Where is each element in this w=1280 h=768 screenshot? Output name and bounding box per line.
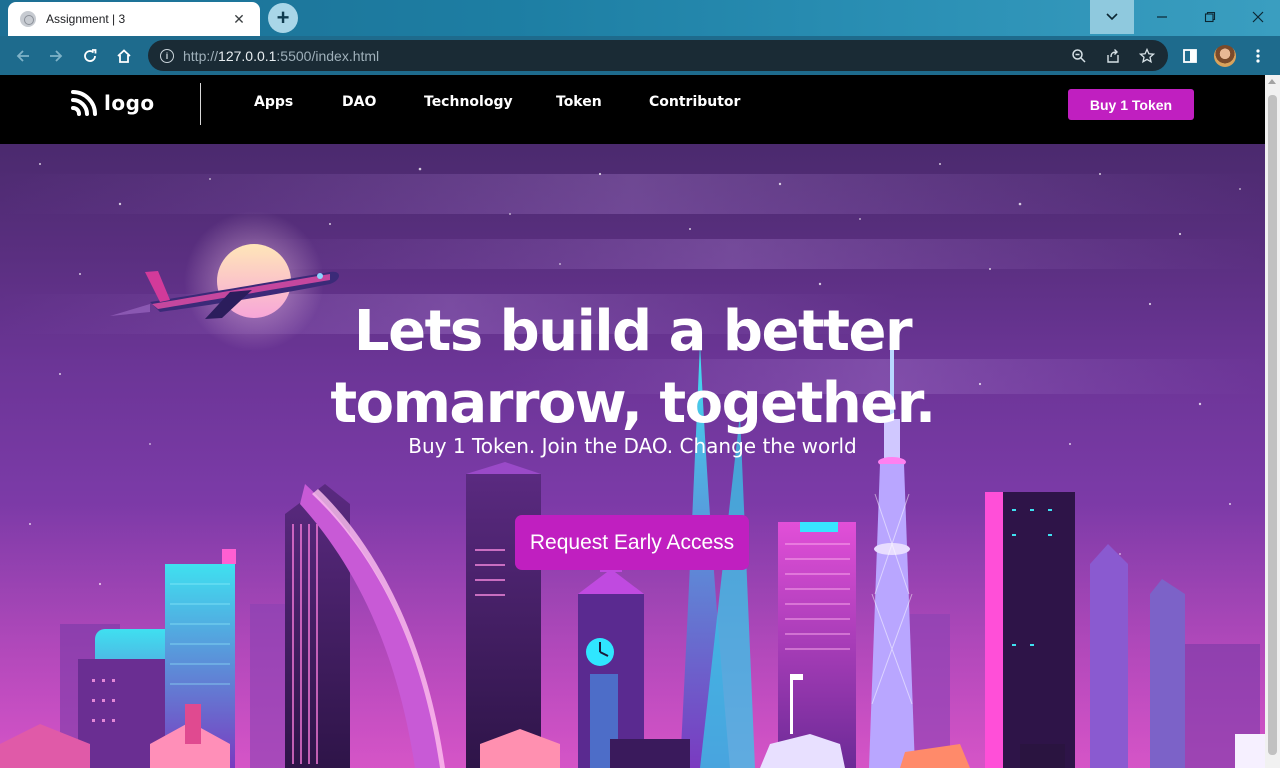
chevron-down-icon [1106,13,1118,21]
scroll-thumb[interactable] [1268,95,1277,755]
back-icon[interactable] [10,43,36,69]
reload-icon[interactable] [77,43,103,69]
plus-icon: + [276,5,290,30]
menu-icon[interactable] [1245,43,1271,69]
hero-title: Lets build a better tomarrow, together. [0,296,1265,440]
hero-title-line-2: tomarrow, together. [330,371,936,436]
home-icon[interactable] [111,43,137,69]
browser-tab[interactable]: Assignment | 3 ✕ [8,2,260,36]
logo-text: logo [104,91,155,115]
star-icon[interactable] [1136,45,1158,67]
page-scrollbar[interactable] [1265,75,1280,768]
request-early-access-button[interactable]: Request Early Access [515,515,749,570]
buy-token-button[interactable]: Buy 1 Token [1068,89,1194,120]
browser-title-bar: Assignment | 3 ✕ + [0,0,1280,36]
avatar [1214,45,1236,67]
tab-search-button[interactable] [1090,0,1134,34]
site-navbar: logo Apps DAO Technology Token Contribut… [0,75,1265,144]
nav-link-technology[interactable]: Technology [424,94,513,110]
nav-link-token[interactable]: Token [556,94,602,110]
new-tab-button[interactable]: + [268,3,298,33]
site-logo[interactable]: logo [70,89,155,117]
forward-icon[interactable] [43,43,69,69]
side-panel-icon[interactable] [1177,43,1203,69]
nav-link-apps[interactable]: Apps [254,94,293,110]
browser-toolbar: i http://127.0.0.1:5500/index.html [0,36,1280,75]
close-icon[interactable]: ✕ [230,11,248,28]
scroll-up-arrow-icon[interactable] [1268,79,1276,84]
minimize-icon [1157,16,1167,18]
address-bar[interactable]: i http://127.0.0.1:5500/index.html [148,40,1168,71]
restore-icon [1204,11,1216,23]
share-icon[interactable] [1102,45,1124,67]
globe-icon [20,11,36,27]
info-icon[interactable]: i [160,48,174,63]
profile-avatar[interactable] [1212,43,1238,69]
hero-subtitle: Buy 1 Token. Join the DAO. Change the wo… [408,434,857,458]
nav-divider [200,83,201,125]
logo-icon [71,90,97,116]
zoom-icon[interactable] [1068,45,1090,67]
restore-button[interactable] [1186,0,1234,34]
page-viewport: logo Apps DAO Technology Token Contribut… [0,75,1280,768]
hero-section: Lets build a better tomarrow, together. … [0,144,1265,768]
minimize-button[interactable] [1138,0,1186,34]
nav-link-dao[interactable]: DAO [342,94,376,110]
tab-title: Assignment | 3 [46,12,126,26]
hero-title-line-1: Lets build a better [353,299,913,364]
window-close-icon [1252,11,1264,23]
url-text: http://127.0.0.1:5500/index.html [183,47,380,64]
nav-link-contributor[interactable]: Contributor [649,94,740,110]
window-close-button[interactable] [1234,0,1280,34]
